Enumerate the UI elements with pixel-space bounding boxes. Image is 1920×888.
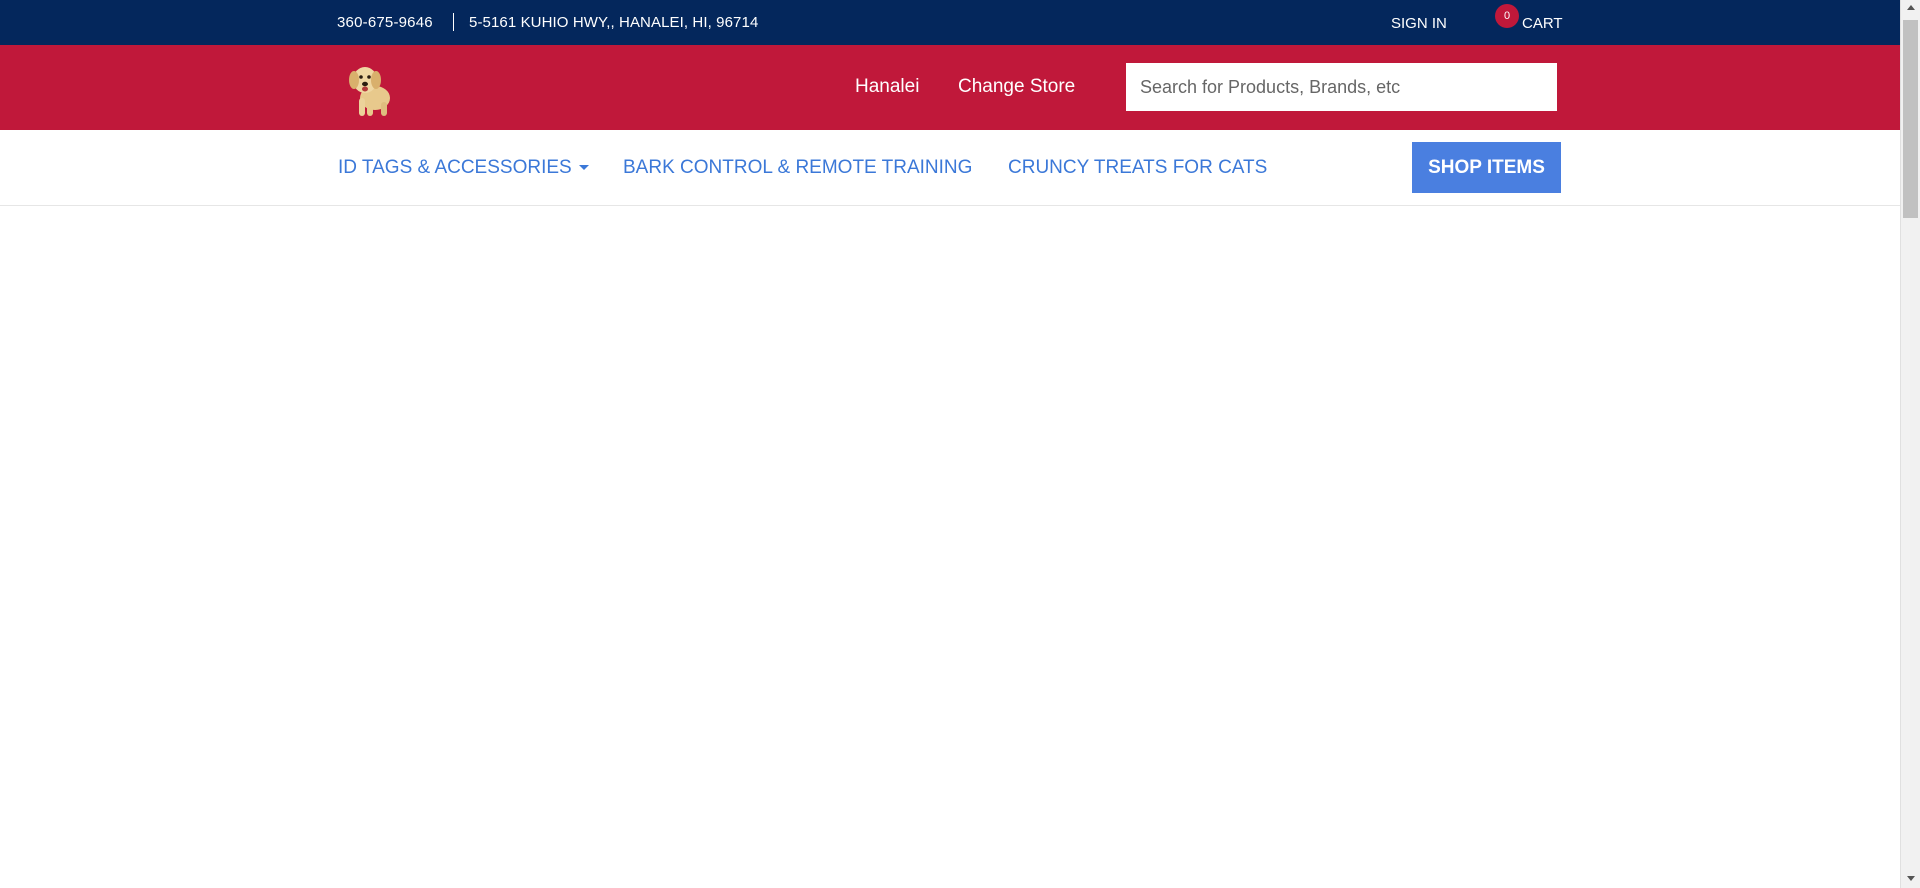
cart-link[interactable]: 0 CART: [1495, 4, 1565, 40]
vertical-scrollbar[interactable]: [1900, 0, 1920, 888]
current-store-name: Hanalei: [855, 76, 920, 97]
category-nav: ID TAGS & ACCESSORIES BARK CONTROL & REM…: [0, 130, 1900, 206]
search-input[interactable]: [1126, 63, 1557, 111]
scrollbar-thumb[interactable]: [1903, 20, 1918, 218]
scroll-down-icon[interactable]: [1907, 876, 1915, 881]
sign-in-link[interactable]: SIGN IN: [1391, 15, 1447, 32]
shop-items-button[interactable]: SHOP ITEMS: [1412, 142, 1561, 193]
cart-label: CART: [1522, 15, 1563, 32]
scroll-up-icon[interactable]: [1907, 5, 1915, 10]
divider: [453, 13, 454, 31]
cart-count-badge: 0: [1495, 4, 1519, 28]
store-address: 5-5161 KUHIO HWY,, HANALEI, HI, 96714: [469, 14, 759, 31]
top-info-bar: 360-675-9646 5-5161 KUHIO HWY,, HANALEI,…: [0, 0, 1900, 45]
puppy-logo-icon[interactable]: [345, 60, 397, 118]
caret-down-icon: [578, 165, 589, 171]
store-phone[interactable]: 360-675-9646: [337, 14, 433, 31]
nav-item-id-tags[interactable]: ID TAGS & ACCESSORIES: [338, 157, 589, 179]
nav-item-bark-control[interactable]: BARK CONTROL & REMOTE TRAINING: [623, 157, 972, 179]
nav-item-label: ID TAGS & ACCESSORIES: [338, 157, 572, 178]
store-header: Hanalei Change Store: [0, 45, 1900, 130]
nav-item-cat-treats[interactable]: CRUNCY TREATS FOR CATS: [1008, 157, 1267, 179]
change-store-link[interactable]: Change Store: [958, 76, 1075, 98]
page: 360-675-9646 5-5161 KUHIO HWY,, HANALEI,…: [0, 0, 1900, 888]
